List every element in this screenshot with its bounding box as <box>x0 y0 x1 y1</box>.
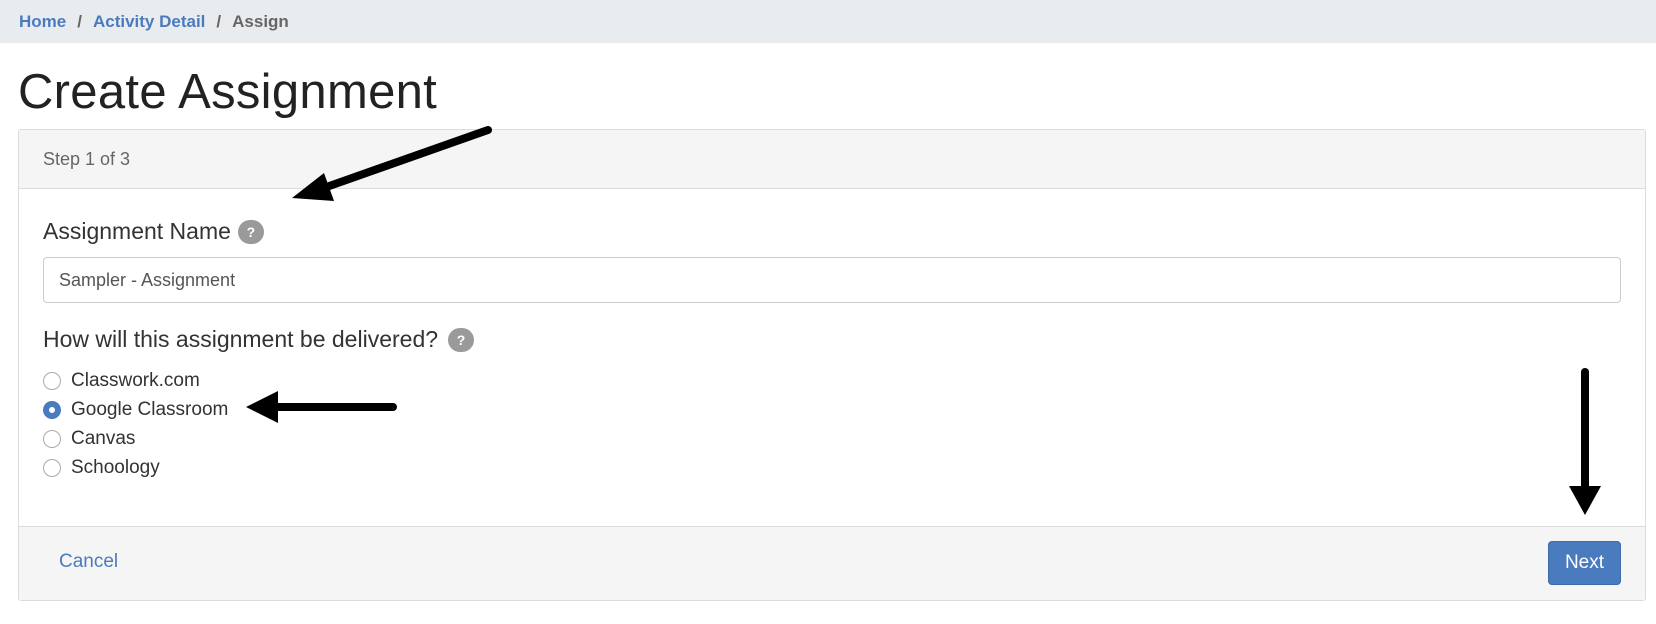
card-footer: Cancel Next <box>19 526 1645 600</box>
breadcrumb-current: Assign <box>232 11 289 31</box>
assignment-name-label: Assignment Name ? <box>43 218 264 245</box>
radio-canvas[interactable] <box>43 429 61 448</box>
delivery-option-schoology[interactable]: Schoology <box>43 453 228 482</box>
breadcrumb-separator: / <box>77 11 82 31</box>
delivery-option-canvas[interactable]: Canvas <box>43 424 228 453</box>
breadcrumb-separator: / <box>216 11 222 31</box>
delivery-help-icon[interactable]: ? <box>448 327 475 352</box>
step-indicator: Step 1 of 3 <box>19 130 1645 189</box>
delivery-option-label: Google Classroom <box>71 398 229 420</box>
breadcrumb: Home / Activity Detail / Assign <box>0 0 1656 43</box>
cancel-link[interactable]: Cancel <box>59 551 118 573</box>
radio-google-classroom[interactable] <box>43 400 61 419</box>
delivery-option-label: Classwork.com <box>71 369 200 391</box>
assignment-name-label-text: Assignment Name <box>43 218 231 244</box>
assignment-card: Step 1 of 3 Assignment Name ? How will t… <box>18 129 1646 601</box>
delivery-option-label: Canvas <box>71 427 136 449</box>
assignment-name-help-icon[interactable]: ? <box>237 219 264 244</box>
breadcrumb-activity-detail-link[interactable]: Activity Detail <box>93 12 205 32</box>
radio-classwork[interactable] <box>43 371 61 390</box>
delivery-option-classwork[interactable]: Classwork.com <box>43 366 228 395</box>
assignment-name-input[interactable] <box>43 257 1621 303</box>
breadcrumb-home-link[interactable]: Home <box>19 12 66 32</box>
delivery-question: How will this assignment be delivered? ? <box>43 326 475 353</box>
delivery-question-text: How will this assignment be delivered? <box>43 326 439 352</box>
next-button[interactable]: Next <box>1548 541 1621 585</box>
page-title: Create Assignment <box>18 65 438 119</box>
delivery-options: Classwork.com Google Classroom Canvas Sc… <box>43 366 228 482</box>
delivery-option-google-classroom[interactable]: Google Classroom <box>43 395 228 424</box>
delivery-option-label: Schoology <box>71 456 160 478</box>
radio-schoology[interactable] <box>43 458 61 477</box>
